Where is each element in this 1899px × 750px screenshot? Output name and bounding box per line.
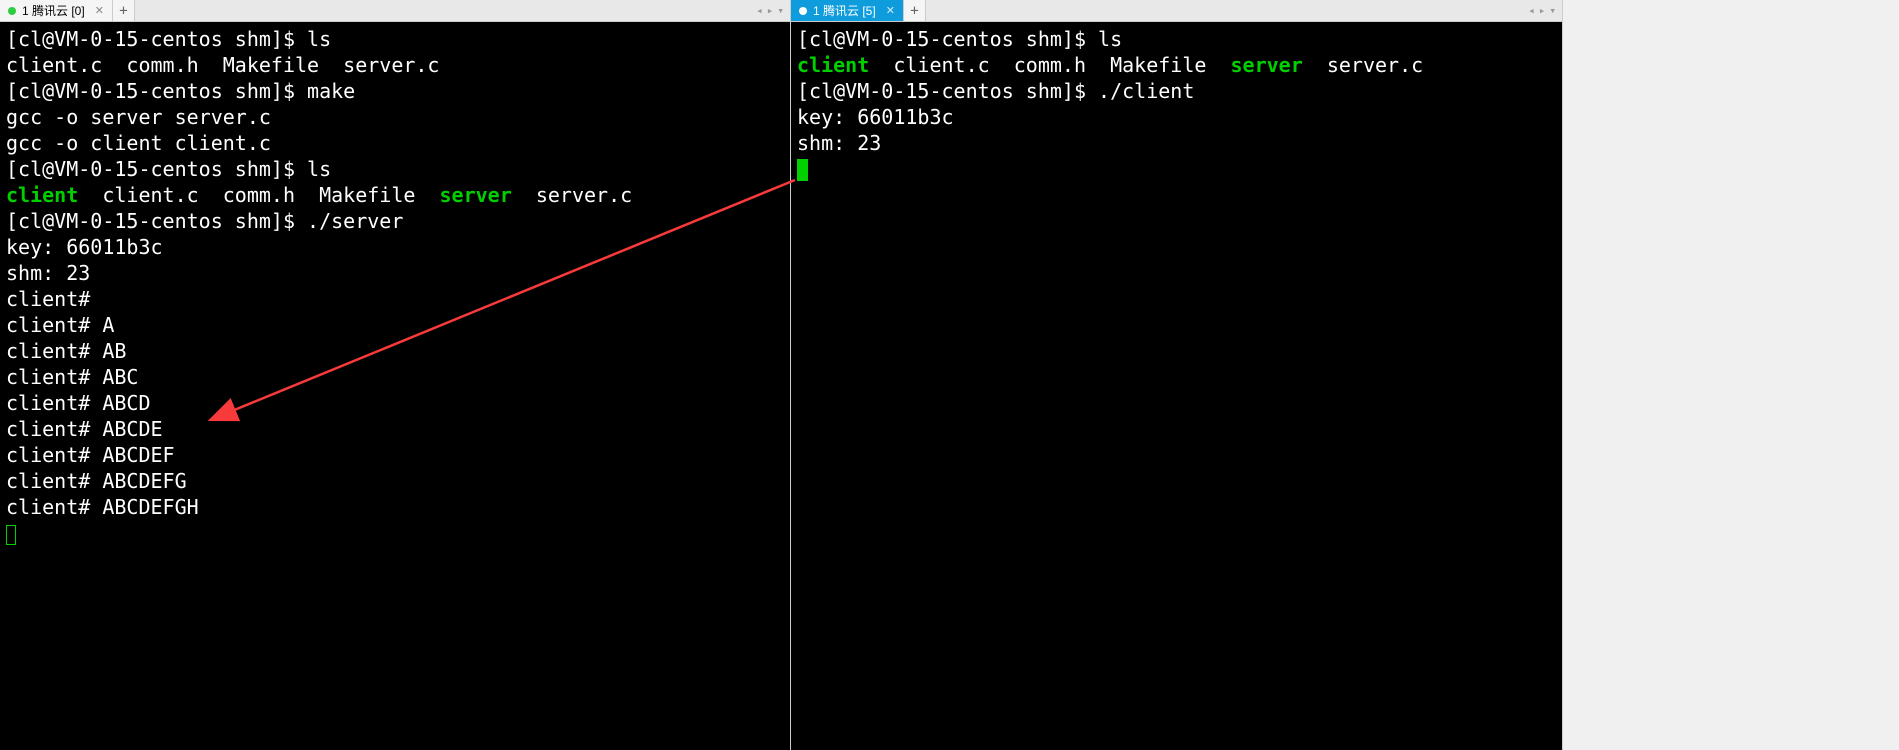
terminal-right[interactable]: [cl@VM-0-15-centos shm]$ ls client clien… bbox=[791, 22, 1562, 750]
status-dot-icon bbox=[799, 7, 807, 15]
close-icon[interactable]: ✕ bbox=[95, 4, 104, 17]
tab-menu-icon[interactable]: ▾ bbox=[777, 4, 784, 17]
cursor-icon bbox=[797, 159, 808, 181]
tab-label: 1 腾讯云 [5] bbox=[813, 2, 876, 19]
tab-label: 1 腾讯云 [0] bbox=[22, 2, 85, 19]
cursor-icon bbox=[6, 525, 16, 545]
tab-left-0[interactable]: 1 腾讯云 [0] ✕ bbox=[0, 0, 113, 21]
tab-next-icon[interactable]: ▸ bbox=[767, 4, 774, 17]
tab-prev-icon[interactable]: ◂ bbox=[1528, 4, 1535, 17]
terminal-left[interactable]: [cl@VM-0-15-centos shm]$ ls client.c com… bbox=[0, 22, 790, 750]
tab-prev-icon[interactable]: ◂ bbox=[756, 4, 763, 17]
left-pane: 1 腾讯云 [0] ✕ + ◂ ▸ ▾ [cl@VM-0-15-centos s… bbox=[0, 0, 791, 750]
right-pane: 1 腾讯云 [5] ✕ + ◂ ▸ ▾ [cl@VM-0-15-centos s… bbox=[791, 0, 1563, 750]
tab-right-0[interactable]: 1 腾讯云 [5] ✕ bbox=[791, 0, 904, 21]
tabbar-controls: ◂ ▸ ▾ bbox=[750, 0, 790, 21]
tabbar-controls: ◂ ▸ ▾ bbox=[1522, 0, 1562, 21]
close-icon[interactable]: ✕ bbox=[886, 4, 895, 17]
tab-bar-right: 1 腾讯云 [5] ✕ + ◂ ▸ ▾ bbox=[791, 0, 1562, 22]
tab-bar-left: 1 腾讯云 [0] ✕ + ◂ ▸ ▾ bbox=[0, 0, 790, 22]
add-tab-button[interactable]: + bbox=[113, 0, 135, 21]
add-tab-button[interactable]: + bbox=[904, 0, 926, 21]
tab-menu-icon[interactable]: ▾ bbox=[1549, 4, 1556, 17]
status-dot-icon bbox=[8, 7, 16, 15]
tab-next-icon[interactable]: ▸ bbox=[1539, 4, 1546, 17]
